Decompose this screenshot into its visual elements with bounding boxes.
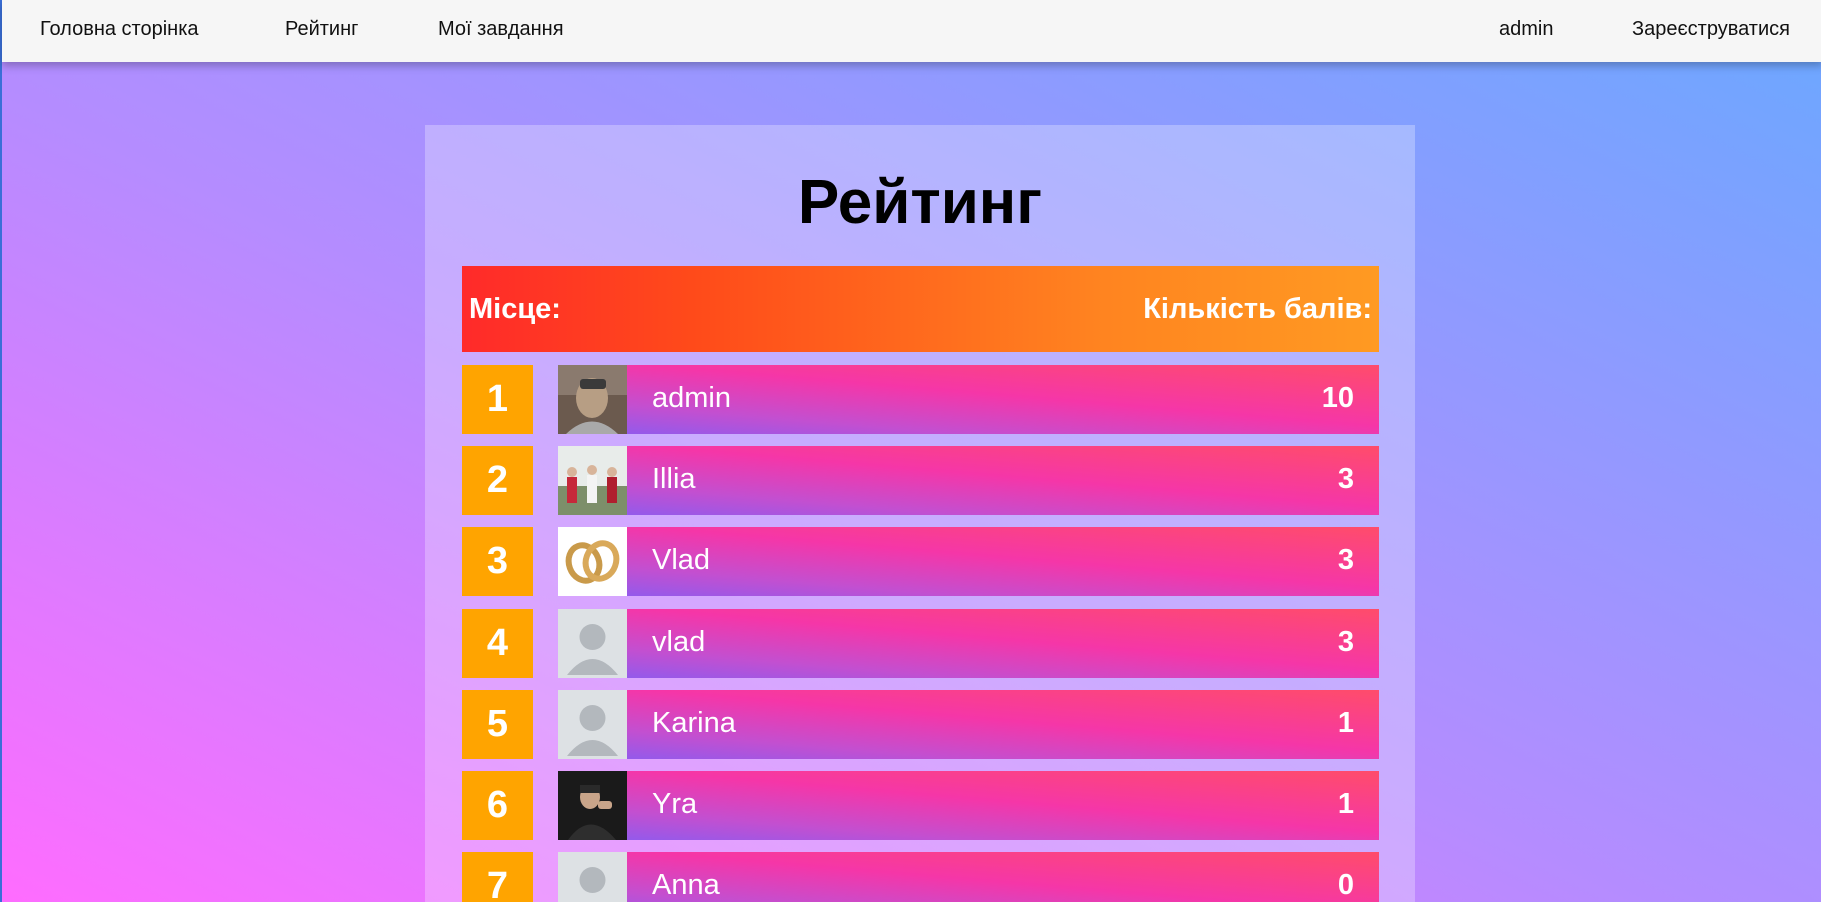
- nav-register-link[interactable]: Зареєструватися: [1632, 18, 1790, 41]
- user-score: 3: [1337, 544, 1354, 576]
- rating-row[interactable]: 7 Anna 0: [462, 852, 1379, 902]
- rating-row[interactable]: 2 Illia 3: [462, 446, 1379, 515]
- user-name: Illia: [652, 463, 696, 495]
- nav-tasks-link[interactable]: Мої завдання: [438, 18, 564, 41]
- user-score: 3: [1337, 626, 1354, 658]
- user-name: Vlad: [652, 544, 711, 576]
- rank-badge: 2: [462, 446, 533, 515]
- default-user-icon: [558, 852, 627, 902]
- nav-home-link[interactable]: Головна сторінка: [40, 18, 199, 41]
- default-user-icon: [558, 609, 627, 678]
- user-bar: admin 10: [558, 365, 1379, 434]
- avatar-photo-rings: [558, 527, 627, 596]
- rating-row[interactable]: 1 admin 10: [462, 365, 1379, 434]
- rating-row[interactable]: 6 Yra 1: [462, 771, 1379, 840]
- user-score: 1: [1337, 788, 1354, 820]
- rank-badge: 5: [462, 690, 533, 759]
- avatar-photo-group: [558, 446, 627, 515]
- column-header-points: Кількість балів:: [1143, 293, 1372, 325]
- user-name: Anna: [652, 869, 720, 901]
- user-bar: Anna 0: [558, 852, 1379, 902]
- user-score: 0: [1337, 869, 1354, 901]
- rank-badge: 1: [462, 365, 533, 434]
- rating-panel: Рейтинг Місце: Кількість балів: 1 admin …: [425, 125, 1415, 902]
- rank-badge: 3: [462, 527, 533, 596]
- user-score: 3: [1337, 463, 1354, 495]
- user-score: 10: [1321, 382, 1354, 414]
- user-name: Yra: [652, 788, 698, 820]
- column-header-place: Місце:: [469, 293, 561, 325]
- user-bar: Karina 1: [558, 690, 1379, 759]
- user-name: Karina: [652, 707, 736, 739]
- page-title: Рейтинг: [797, 168, 1043, 237]
- rating-table-header: Місце: Кількість балів:: [462, 266, 1379, 352]
- rank-badge: 7: [462, 852, 533, 902]
- user-bar: Yra 1: [558, 771, 1379, 840]
- rating-row[interactable]: 3 Vlad 3: [462, 527, 1379, 596]
- default-user-icon: [558, 690, 627, 759]
- user-name: vlad: [652, 626, 706, 658]
- rank-badge: 6: [462, 771, 533, 840]
- user-name: admin: [652, 382, 731, 414]
- user-score: 1: [1337, 707, 1354, 739]
- top-navbar: Головна сторінка Рейтинг Мої завдання ad…: [2, 0, 1821, 62]
- nav-rating-link[interactable]: Рейтинг: [285, 18, 358, 41]
- rating-row[interactable]: 4 vlad 3: [462, 609, 1379, 678]
- user-bar: Vlad 3: [558, 527, 1379, 596]
- avatar-photo-dark: [558, 771, 627, 840]
- avatar-photo-person: [558, 365, 627, 434]
- rating-row[interactable]: 5 Karina 1: [462, 690, 1379, 759]
- user-bar: vlad 3: [558, 609, 1379, 678]
- rank-badge: 4: [462, 609, 533, 678]
- user-bar: Illia 3: [558, 446, 1379, 515]
- nav-user-link[interactable]: admin: [1499, 18, 1553, 41]
